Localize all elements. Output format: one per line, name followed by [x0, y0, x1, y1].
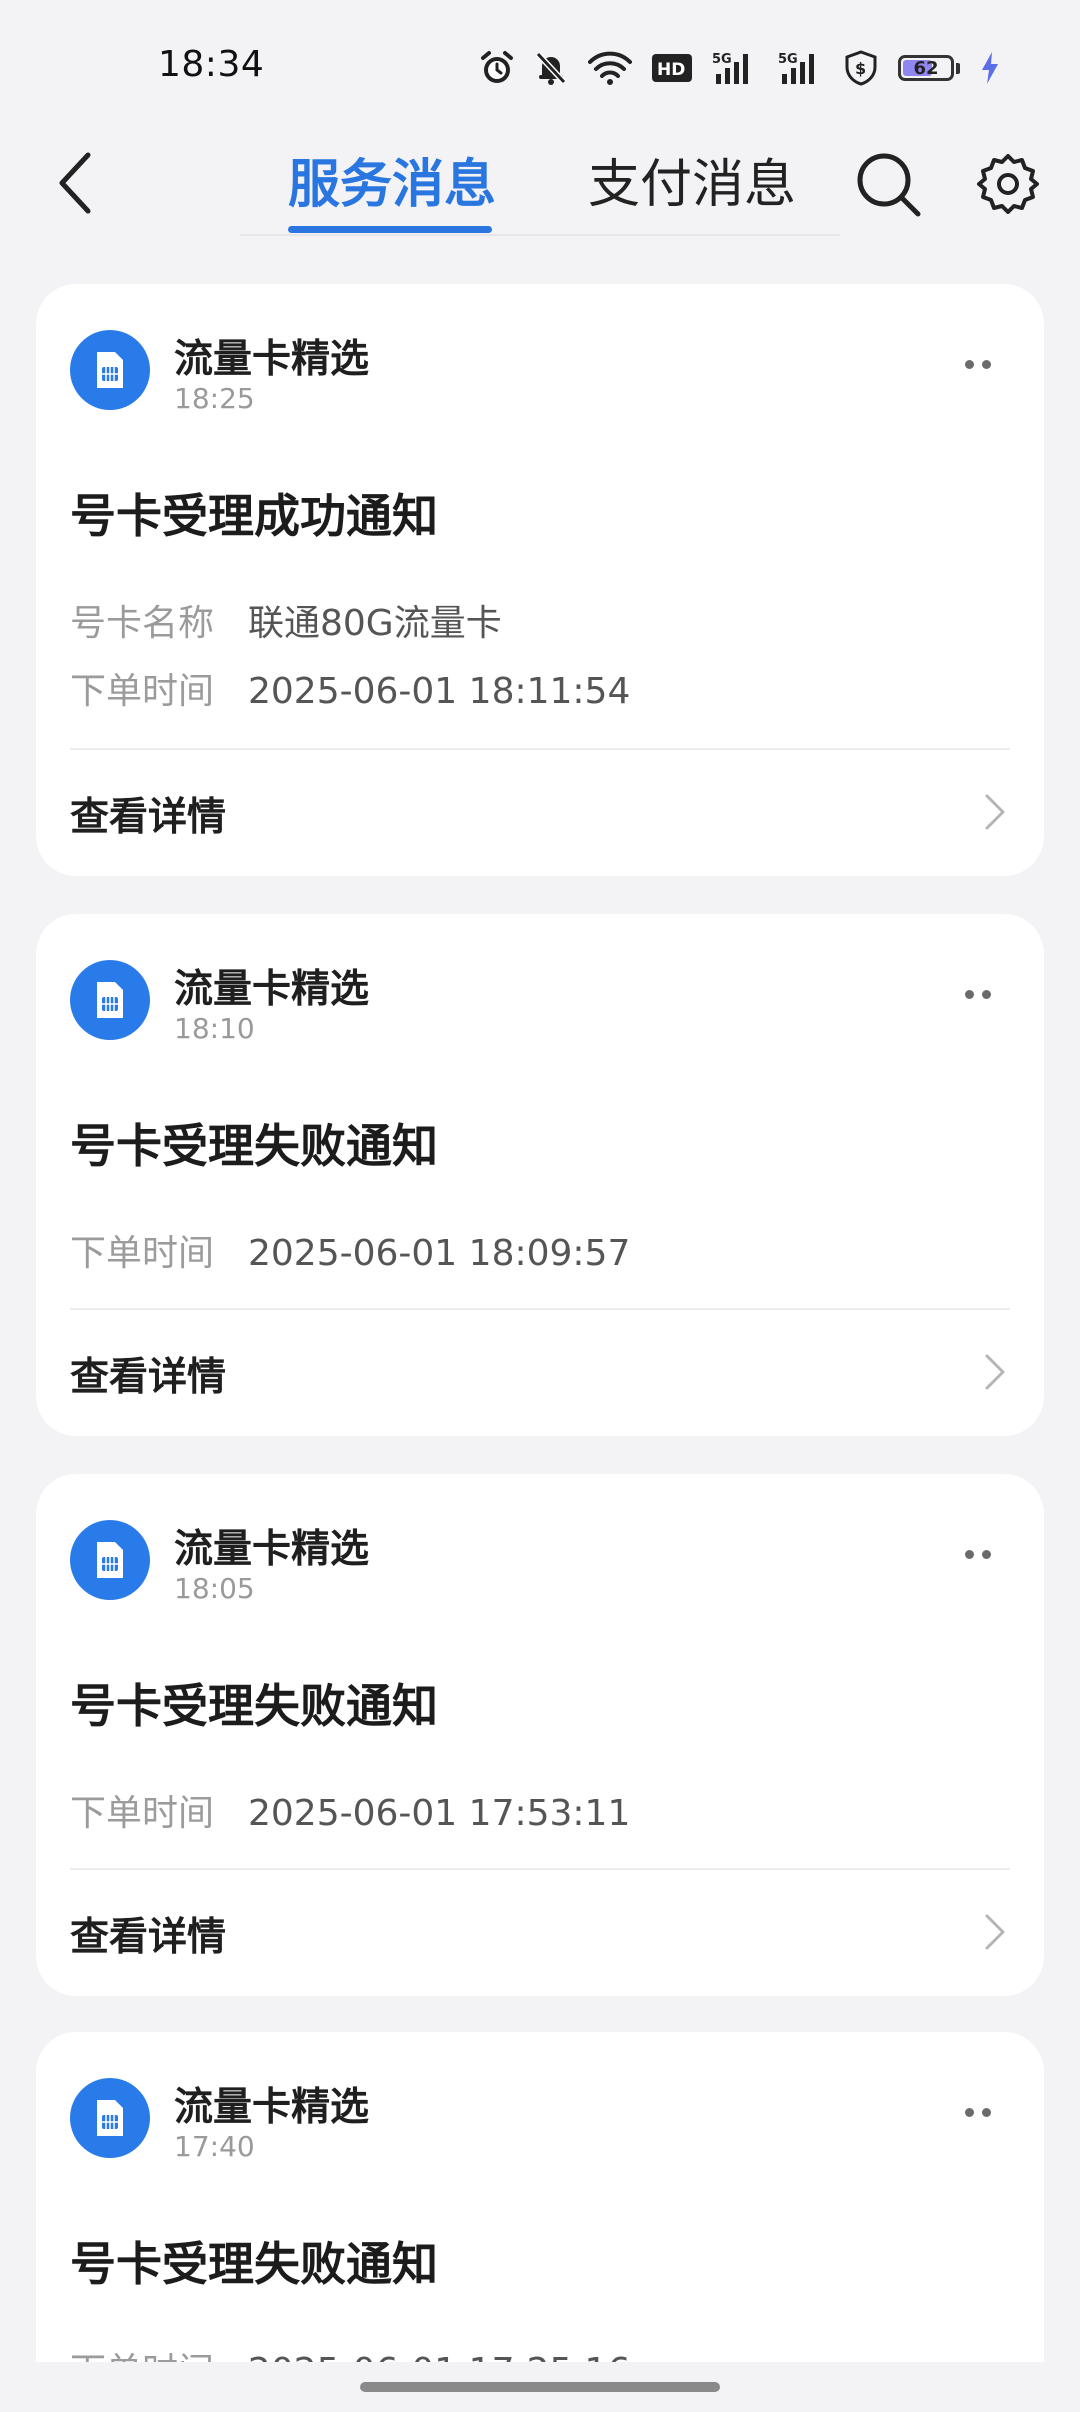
svg-text:$: $ — [855, 59, 866, 78]
active-tab-indicator — [288, 226, 492, 233]
svg-text:HD: HD — [657, 60, 685, 80]
field-value: 2025-06-01 17:53:11 — [248, 1793, 631, 1834]
more-options-button[interactable] — [948, 344, 1008, 384]
nav-header: 服务消息 支付消息 — [0, 120, 1080, 240]
chevron-right-icon — [980, 1350, 1010, 1394]
card-header: 流量卡精选 17:40 — [70, 2078, 1010, 2168]
more-options-button[interactable] — [948, 974, 1008, 1014]
battery-icon: 62 — [898, 46, 960, 90]
security-icon: $ — [844, 46, 878, 90]
card-field: 下单时间 2025-06-01 17:53:11 — [70, 1784, 630, 1836]
home-indicator[interactable] — [360, 2382, 720, 2392]
field-value: 2025-06-01 18:09:57 — [248, 1233, 631, 1274]
tab-service-messages[interactable]: 服务消息 — [288, 142, 496, 217]
more-dots-icon — [965, 359, 974, 369]
card-source-name: 流量卡精选 — [174, 337, 370, 382]
mute-icon — [534, 46, 568, 90]
chevron-right-icon — [980, 790, 1010, 834]
view-details-link[interactable]: 查看详情 — [70, 786, 226, 842]
svg-text:5G: 5G — [712, 52, 732, 67]
card-time: 18:05 — [174, 1572, 255, 1605]
gear-icon — [977, 154, 1039, 214]
card-header: 流量卡精选 18:05 — [70, 1520, 1010, 1610]
status-time: 18:34 — [158, 44, 265, 85]
sim-card-icon — [70, 1520, 150, 1600]
more-dots-icon — [965, 1549, 974, 1559]
tab-divider — [240, 234, 840, 236]
card-title: 号卡受理失败通知 — [70, 2237, 438, 2291]
signal-5g-icon: 5G — [712, 46, 758, 90]
message-card[interactable]: 流量卡精选 17:40 号卡受理失败通知 下单时间2025-06-01 17:2… — [36, 2032, 1044, 2412]
card-time: 18:10 — [174, 1012, 255, 1045]
field-label: 下单时间 — [70, 671, 215, 712]
card-field: 号卡名称 联通80G流量卡 — [70, 594, 502, 646]
field-label: 下单时间 — [70, 1233, 215, 1274]
more-options-button[interactable] — [948, 2092, 1008, 2132]
tab-payment-messages[interactable]: 支付消息 — [588, 142, 796, 217]
card-title: 号卡受理失败通知 — [70, 1119, 438, 1173]
back-button[interactable] — [44, 148, 104, 218]
more-dots-icon — [965, 989, 974, 999]
signal-5g-icon: 5G — [778, 46, 824, 90]
alarm-icon — [480, 46, 514, 90]
card-field: 下单时间 2025-06-01 18:09:57 — [70, 1224, 630, 1276]
card-time: 17:40 — [174, 2130, 255, 2163]
card-source-name: 流量卡精选 — [174, 1527, 370, 1572]
search-icon — [857, 153, 921, 217]
card-header: 流量卡精选 18:25 — [70, 330, 1010, 420]
message-card[interactable]: 流量卡精选 18:25 号卡受理成功通知 号卡名称 联通80G流量卡 下单时间 20… — [36, 284, 1044, 876]
sim-card-icon — [70, 2078, 150, 2158]
sim-card-icon — [70, 960, 150, 1040]
field-value: 2025-06-01 18:11:54 — [248, 671, 631, 712]
card-source-name: 流量卡精选 — [174, 2085, 370, 2130]
card-source-name: 流量卡精选 — [174, 967, 370, 1012]
more-dots-icon — [965, 2107, 974, 2117]
settings-button[interactable] — [972, 148, 1044, 220]
svg-text:5G: 5G — [778, 52, 798, 67]
card-title: 号卡受理成功通知 — [70, 489, 438, 543]
field-label: 号卡名称 — [70, 603, 215, 644]
field-label: 下单时间 — [70, 1793, 215, 1834]
view-details-link[interactable]: 查看详情 — [70, 1906, 226, 1962]
card-divider — [70, 1868, 1010, 1870]
card-title: 号卡受理失败通知 — [70, 1679, 438, 1733]
card-divider — [70, 748, 1010, 750]
charging-icon — [980, 46, 1000, 90]
card-field: 下单时间 2025-06-01 18:11:54 — [70, 662, 630, 714]
search-button[interactable] — [852, 148, 924, 220]
hd-icon: HD — [652, 46, 692, 90]
message-card[interactable]: 流量卡精选 18:05 号卡受理失败通知 下单时间 2025-06-01 17:5… — [36, 1474, 1044, 1996]
card-time: 18:25 — [174, 382, 255, 415]
view-details-link[interactable]: 查看详情 — [70, 1346, 226, 1402]
status-bar: 18:34 HD 5G 5G $ 62 — [0, 0, 1080, 120]
more-options-button[interactable] — [948, 1534, 1008, 1574]
wifi-icon — [588, 46, 632, 90]
card-header: 流量卡精选 18:10 — [70, 960, 1010, 1050]
battery-level: 62 — [913, 57, 939, 79]
chevron-right-icon — [980, 1910, 1010, 1954]
card-divider — [70, 1308, 1010, 1310]
status-icons: HD 5G 5G $ 62 — [480, 46, 1000, 90]
field-value: 联通80G流量卡 — [248, 603, 502, 644]
sim-card-icon — [70, 330, 150, 410]
chevron-left-icon — [59, 152, 91, 214]
message-card[interactable]: 流量卡精选 18:10 号卡受理失败通知 下单时间 2025-06-01 18:0… — [36, 914, 1044, 1436]
